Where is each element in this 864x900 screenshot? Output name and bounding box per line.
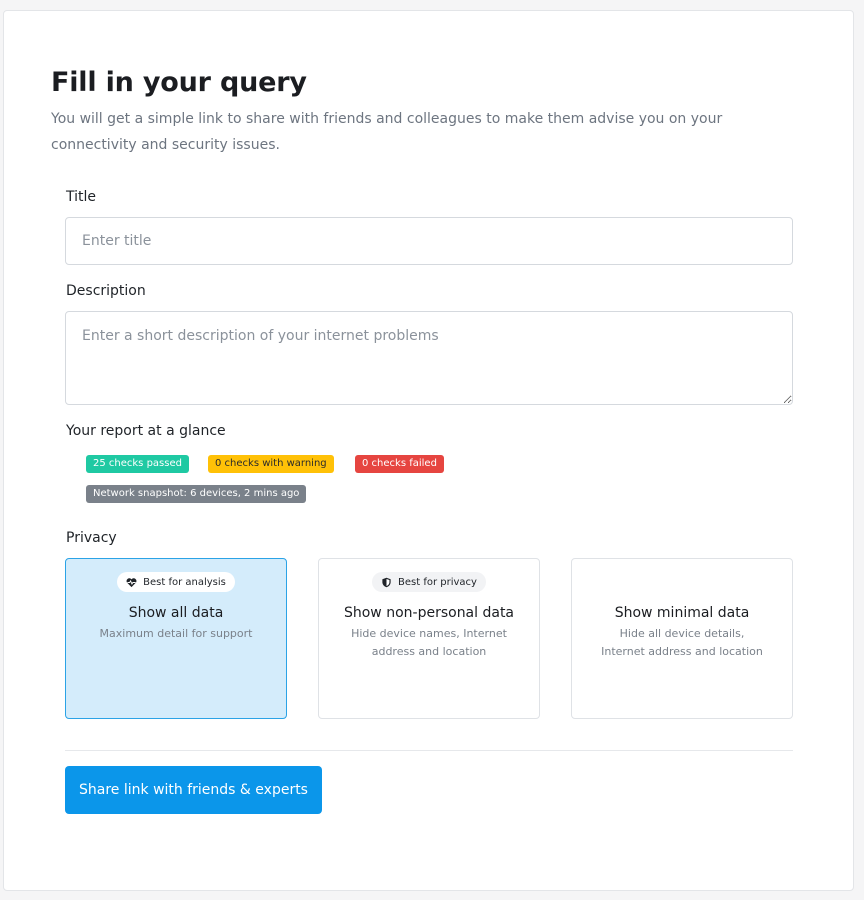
page-subtitle: You will get a simple link to share with… xyxy=(51,111,723,153)
description-textarea[interactable] xyxy=(65,311,793,405)
privacy-label: Privacy xyxy=(66,530,117,546)
pill-label: Best for analysis xyxy=(143,576,226,588)
checks-failed-badge: 0 checks failed xyxy=(355,455,444,473)
share-link-button[interactable]: Share link with friends & experts xyxy=(65,766,322,814)
option-description: Maximum detail for support xyxy=(99,627,253,640)
option-description: Hide device names, Internet address and … xyxy=(351,627,507,658)
report-glance-label: Your report at a glance xyxy=(66,423,226,439)
privacy-option-non-personal[interactable]: Best for privacy Show non-personal data … xyxy=(318,558,540,719)
best-for-analysis-pill: Best for analysis xyxy=(117,572,235,592)
title-label: Title xyxy=(66,189,97,205)
option-description: Hide all device details, Internet addres… xyxy=(601,627,763,658)
shield-icon xyxy=(382,577,391,587)
query-form-card: Fill in your query You will get a simple… xyxy=(3,10,854,891)
page-title: Fill in your query xyxy=(51,67,307,98)
heart-pulse-icon xyxy=(126,577,137,587)
description-label: Description xyxy=(66,283,146,299)
divider xyxy=(65,750,793,751)
privacy-option-all-data[interactable]: Best for analysis Show all data Maximum … xyxy=(65,558,287,719)
option-title: Show all data xyxy=(128,605,224,621)
title-input[interactable] xyxy=(65,217,793,265)
privacy-option-minimal[interactable]: Show minimal data Hide all device detail… xyxy=(571,558,793,719)
option-title: Show non-personal data xyxy=(343,605,515,621)
checks-warning-badge: 0 checks with warning xyxy=(208,455,334,473)
option-title: Show minimal data xyxy=(614,605,750,621)
pill-label: Best for privacy xyxy=(398,576,477,588)
best-for-privacy-pill: Best for privacy xyxy=(372,572,486,592)
checks-passed-badge: 25 checks passed xyxy=(86,455,189,473)
network-snapshot-badge: Network snapshot: 6 devices, 2 mins ago xyxy=(86,485,307,503)
